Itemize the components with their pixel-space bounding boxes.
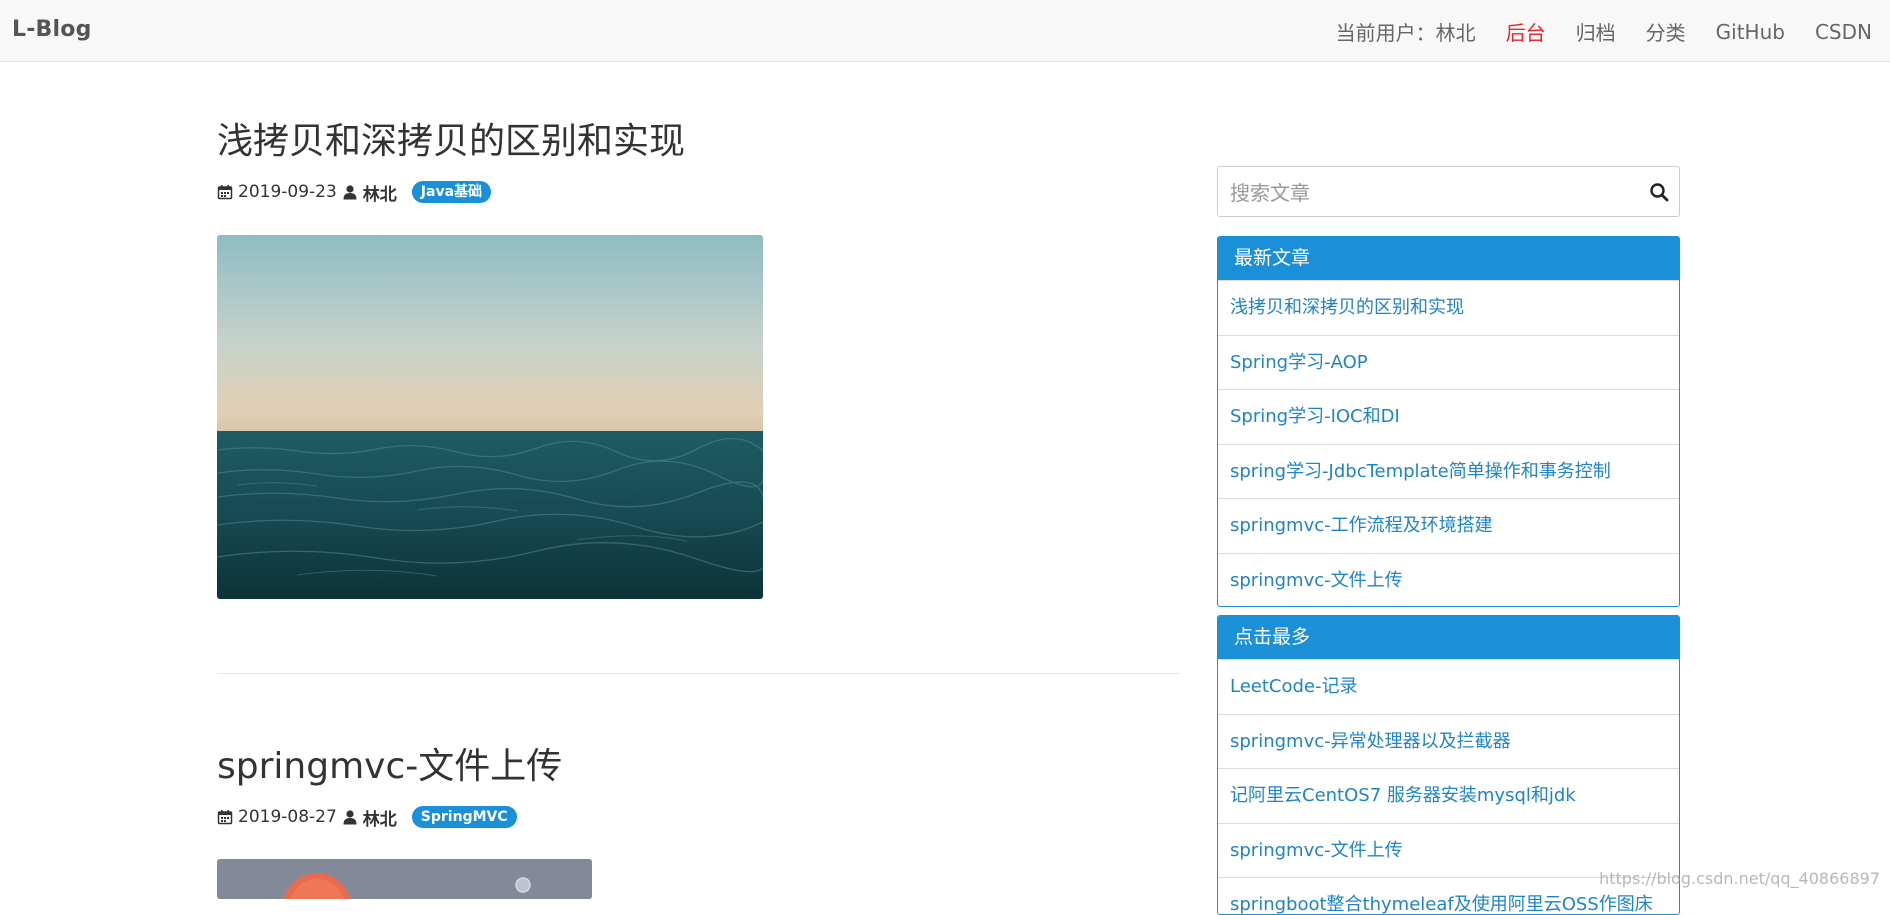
calendar-icon <box>217 810 233 825</box>
post-meta: 2019-09-23 林北 Java基础 <box>217 179 1180 205</box>
latest-posts-panel: 最新文章 浅拷贝和深拷贝的区别和实现 Spring学习-AOP Spring学习… <box>1217 236 1680 607</box>
post-meta: 2019-08-27 林北 SpringMVC <box>217 804 1180 830</box>
latest-post-link[interactable]: Spring学习-AOP <box>1218 334 1679 390</box>
current-user-label: 当前用户：林北 <box>1335 21 1476 45</box>
user-icon <box>343 185 357 200</box>
search-box <box>1217 166 1680 217</box>
popular-post-link[interactable]: LeetCode-记录 <box>1218 659 1679 714</box>
nav-github-link[interactable]: GitHub <box>1716 20 1785 44</box>
latest-post-link[interactable]: springmvc-文件上传 <box>1218 552 1679 607</box>
category-badge[interactable]: Java基础 <box>411 181 492 203</box>
latest-post-link[interactable]: Spring学习-IOC和DI <box>1218 389 1679 444</box>
post-date: 2019-09-23 <box>238 182 337 202</box>
post-item: springmvc-文件上传 2019-08-27 林北 SpringMVC <box>217 742 1180 830</box>
latest-post-link[interactable]: spring学习-JdbcTemplate简单操作和事务控制 <box>1218 443 1679 499</box>
watermark: https://blog.csdn.net/qq_40866897 <box>1599 869 1880 888</box>
post-thumbnail[interactable] <box>217 859 592 899</box>
user-icon <box>343 810 357 825</box>
latest-post-link[interactable]: 浅拷贝和深拷贝的区别和实现 <box>1218 280 1679 335</box>
post-author: 林北 <box>362 809 397 830</box>
post-item: 浅拷贝和深拷贝的区别和实现 2019-09-23 林北 Java基础 <box>217 117 1180 205</box>
latest-post-link[interactable]: springmvc-工作流程及环境搭建 <box>1218 498 1679 553</box>
popular-post-link[interactable]: springmvc-异常处理器以及拦截器 <box>1218 713 1679 769</box>
search-icon[interactable] <box>1649 182 1669 202</box>
navbar: L-Blog 当前用户：林北 后台 归档 分类 GitHub CSDN <box>0 0 1890 62</box>
post-divider <box>217 673 1180 674</box>
nav-links: 当前用户：林北 后台 归档 分类 GitHub CSDN <box>1336 17 1872 46</box>
search-input[interactable] <box>1230 179 1630 206</box>
post-author: 林北 <box>362 184 397 205</box>
nav-category-link[interactable]: 分类 <box>1646 17 1686 46</box>
nav-archive-link[interactable]: 归档 <box>1576 17 1616 46</box>
brand-logo[interactable]: L-Blog <box>12 17 92 42</box>
nav-csdn-link[interactable]: CSDN <box>1815 20 1872 44</box>
post-title[interactable]: 浅拷贝和深拷贝的区别和实现 <box>217 117 1180 167</box>
post-date: 2019-08-27 <box>238 807 337 827</box>
calendar-icon <box>217 185 233 200</box>
nav-admin-link[interactable]: 后台 <box>1506 17 1546 46</box>
panel-heading: 点击最多 <box>1218 616 1679 659</box>
popular-post-link[interactable]: 记阿里云CentOS7 服务器安装mysql和jdk <box>1218 768 1679 823</box>
category-badge[interactable]: SpringMVC <box>411 806 517 828</box>
panel-heading: 最新文章 <box>1218 237 1679 280</box>
post-title[interactable]: springmvc-文件上传 <box>217 742 1180 792</box>
post-thumbnail[interactable] <box>217 235 763 599</box>
